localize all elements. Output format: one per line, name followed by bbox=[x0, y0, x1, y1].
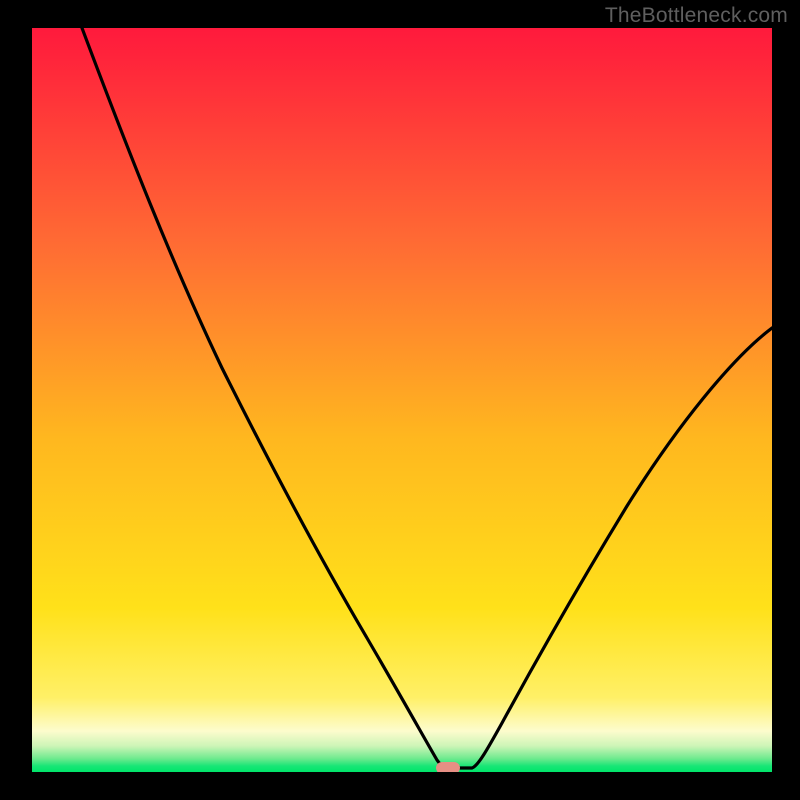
plot-area bbox=[32, 28, 772, 772]
watermark-text: TheBottleneck.com bbox=[605, 4, 788, 28]
optimal-point-marker bbox=[436, 762, 460, 772]
bottleneck-chart-svg bbox=[32, 28, 772, 772]
gradient-background bbox=[32, 28, 772, 772]
chart-frame: TheBottleneck.com bbox=[0, 0, 800, 800]
